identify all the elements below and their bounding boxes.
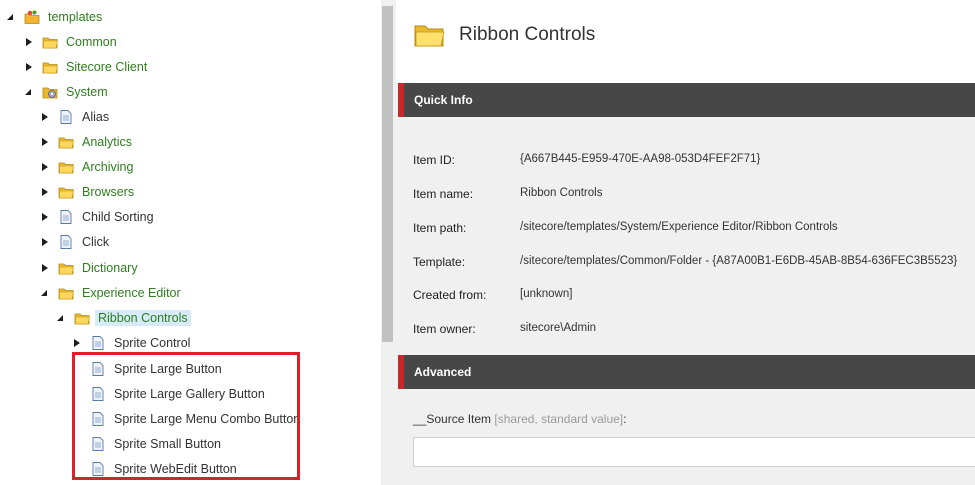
tree-node-templates[interactable]: templates [6, 7, 105, 27]
field-value-item-path: /sitecore/templates/System/Experience Ed… [520, 221, 838, 233]
tree-node-sprite-control[interactable]: Sprite Control [72, 333, 193, 353]
section-advanced[interactable]: Advanced [398, 355, 975, 389]
collapse-arrow-icon[interactable] [40, 112, 50, 122]
source-item-input[interactable] [413, 437, 975, 467]
tree-node-label: templates [48, 10, 103, 24]
tree-scrollbar[interactable] [381, 0, 396, 485]
collapse-arrow-icon[interactable] [40, 263, 50, 273]
scrollbar-thumb[interactable] [382, 6, 393, 342]
collapse-arrow-icon[interactable] [72, 338, 82, 348]
field-label-created-from: Created from: [413, 288, 487, 302]
expand-arrow-icon[interactable] [40, 288, 50, 298]
template-file-icon [58, 234, 74, 250]
folder-icon [58, 184, 74, 200]
tree-node-label: Alias [82, 110, 110, 124]
tree-node-dictionary[interactable]: Dictionary [40, 258, 141, 278]
tree-node-label: Dictionary [82, 261, 138, 275]
folder-icon [413, 21, 445, 49]
field-value-item-name: Ribbon Controls [520, 187, 603, 199]
tree-node-label: Analytics [82, 135, 133, 149]
tree-node-label: Sprite Control [114, 336, 191, 350]
field-label-item-path: Item path: [413, 221, 467, 235]
highlight-annotation-box [72, 352, 300, 480]
field-label-item-owner: Item owner: [413, 322, 476, 336]
tree-node-browsers[interactable]: Browsers [40, 182, 137, 202]
source-item-hint: [shared, standard value] [494, 412, 624, 426]
section-title: Quick Info [414, 93, 473, 107]
content-tree: templates Common Sitecore Client System … [0, 0, 381, 485]
source-item-label-text: __Source Item [413, 412, 492, 426]
section-quick-info[interactable]: Quick Info [398, 83, 975, 117]
tree-node-label: Child Sorting [82, 210, 154, 224]
collapse-arrow-icon[interactable] [24, 62, 34, 72]
tree-node-alias[interactable]: Alias [40, 107, 112, 127]
tree-node-label: Experience Editor [82, 286, 181, 300]
field-value-template[interactable]: /sitecore/templates/Common/Folder - {A87… [520, 255, 957, 267]
tree-node-archiving[interactable]: Archiving [40, 157, 136, 177]
source-item-field-label: __Source Item [shared, standard value]: [413, 412, 626, 426]
tree-node-sitecore-client[interactable]: Sitecore Client [24, 57, 150, 77]
tree-node-child-sorting[interactable]: Child Sorting [40, 207, 157, 227]
folder-icon [58, 159, 74, 175]
folder-icon [58, 134, 74, 150]
template-file-icon [90, 335, 106, 351]
item-title: Ribbon Controls [459, 24, 596, 45]
tree-node-label: Click [82, 235, 110, 249]
expand-arrow-icon[interactable] [6, 12, 16, 22]
tree-node-label: Archiving [82, 160, 134, 174]
templates-folder-icon [24, 9, 40, 25]
tree-node-label: Common [66, 35, 117, 49]
tree-node-label: Sitecore Client [66, 60, 148, 74]
tree-node-ribbon-controls[interactable]: Ribbon Controls [56, 308, 191, 328]
collapse-arrow-icon[interactable] [24, 37, 34, 47]
section-title: Advanced [414, 365, 472, 379]
expand-arrow-icon[interactable] [56, 313, 66, 323]
tree-node-common[interactable]: Common [24, 32, 120, 52]
tree-node-click[interactable]: Click [40, 232, 112, 252]
tree-node-analytics[interactable]: Analytics [40, 132, 135, 152]
source-item-colon: : [623, 412, 627, 426]
folder-icon [42, 59, 58, 75]
template-file-icon [58, 109, 74, 125]
field-value-created-from: [unknown] [520, 288, 573, 300]
collapse-arrow-icon[interactable] [40, 137, 50, 147]
field-value-item-id: {A667B445-E959-470E-AA98-053D4FEF2F71} [520, 153, 761, 165]
collapse-arrow-icon[interactable] [40, 162, 50, 172]
collapse-arrow-icon[interactable] [40, 212, 50, 222]
tree-node-label-selected: Ribbon Controls [95, 310, 191, 326]
folder-icon [74, 310, 90, 326]
template-file-icon [58, 209, 74, 225]
item-editor: Ribbon Controls Quick Info Item ID: {A66… [396, 0, 975, 485]
item-header: Ribbon Controls [396, 0, 975, 84]
collapse-arrow-icon[interactable] [40, 237, 50, 247]
tree-node-system[interactable]: System [24, 82, 111, 102]
tree-node-experience-editor[interactable]: Experience Editor [40, 283, 184, 303]
folder-icon [42, 34, 58, 50]
collapse-arrow-icon[interactable] [40, 187, 50, 197]
tree-node-label: System [66, 85, 108, 99]
tree-node-label: Browsers [82, 185, 135, 199]
field-label-item-name: Item name: [413, 187, 474, 201]
field-value-item-owner: sitecore\Admin [520, 322, 597, 334]
expand-arrow-icon[interactable] [24, 87, 34, 97]
folder-icon [58, 285, 74, 301]
system-folder-icon [42, 84, 58, 100]
field-label-item-id: Item ID: [413, 153, 456, 167]
folder-icon [58, 260, 74, 276]
field-label-template: Template: [413, 255, 466, 269]
